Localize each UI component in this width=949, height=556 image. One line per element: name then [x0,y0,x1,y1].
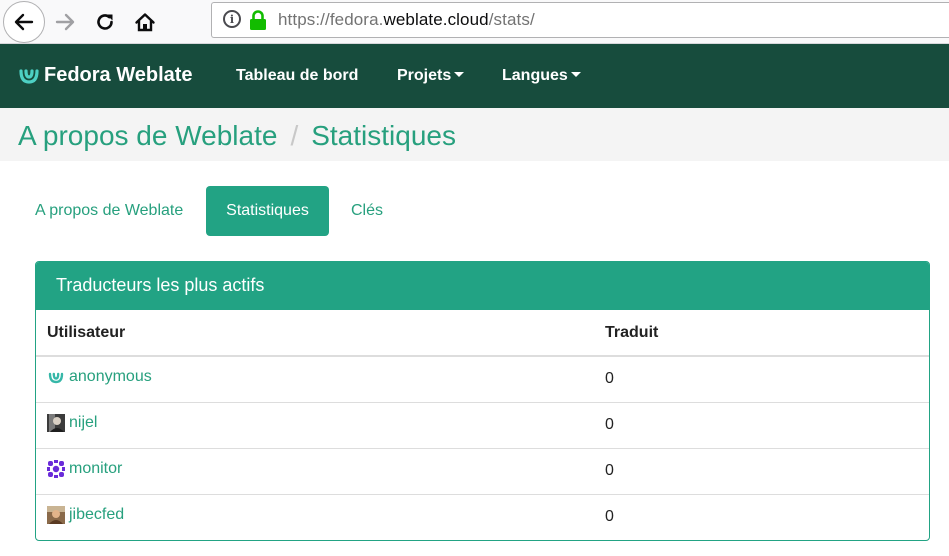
arrow-left-icon [14,13,34,31]
nav-languages-label: Langues [502,67,568,84]
reload-icon [97,14,113,30]
breadcrumb-bar: A propos de Weblate / Statistiques [0,108,949,161]
column-header-user: Utilisateur [36,310,605,357]
translated-count: 0 [605,370,614,388]
user-name: nijel [69,413,98,431]
arrow-right-icon [55,13,75,31]
nav-languages-dropdown[interactable]: Langues [502,67,581,85]
user-link-jibecfed[interactable]: jibecfed [47,505,125,524]
tab-stats[interactable]: Statistiques [206,186,329,236]
column-header-translated: Traduit [605,310,929,357]
nav-projects-dropdown[interactable]: Projets [397,67,465,85]
user-link-anonymous[interactable]: anonymous [47,368,152,386]
identicon-avatar-icon [47,459,65,478]
tab-keys[interactable]: Clés [332,186,402,236]
user-name: monitor [69,459,123,477]
home-icon [135,13,155,32]
translated-count: 0 [605,447,929,494]
url-domain: weblate.cloud [383,10,489,29]
back-button[interactable] [3,1,45,43]
user-cell: anonymous [36,356,605,402]
breadcrumb: A propos de Weblate / Statistiques [18,120,456,152]
weblate-logo-icon [48,372,64,383]
tab-about[interactable]: A propos de Weblate [16,186,202,236]
forward-button[interactable] [45,2,85,42]
table-row: anonymous 0 [36,356,929,402]
lock-icon[interactable] [249,9,267,31]
breadcrumb-separator: / [290,120,299,151]
nav-dashboard-label: Tableau de bord [236,67,359,84]
table-row: jibecfed 0 [36,493,929,540]
caret-down-icon [570,72,581,78]
caret-down-icon [454,72,465,78]
url-prefix: https://fedora. [278,10,384,29]
user-link-monitor[interactable]: monitor [47,459,123,478]
breadcrumb-parent-link[interactable]: A propos de Weblate [18,120,277,151]
user-name: jibecfed [69,505,125,523]
main-navbar: Fedora Weblate Tableau de bord Projets L… [0,44,949,108]
translators-table: Utilisateur Traduit anonymous 0 nijel 0 … [36,310,929,540]
user-link-nijel[interactable]: nijel [47,413,98,432]
home-button[interactable] [125,2,165,42]
user-cell: nijel [36,401,605,448]
reload-button[interactable] [85,2,125,42]
weblate-logo-icon [19,68,39,84]
breadcrumb-current-link[interactable]: Statistiques [311,120,456,151]
url-bar[interactable]: i https://fedora.weblate.cloud/stats/ [211,2,949,38]
url-suffix: /stats/ [488,10,535,29]
url-text[interactable]: https://fedora.weblate.cloud/stats/ [278,10,535,30]
translated-count: 0 [605,493,929,540]
brand-name: Fedora Weblate [44,64,193,86]
nav-projects-label: Projets [397,67,452,84]
top-translators-panel: Traducteurs les plus actifs Utilisateur … [35,261,930,541]
nav-dashboard[interactable]: Tableau de bord [236,67,358,85]
user-cell: monitor [36,447,605,494]
translated-count: 0 [605,401,929,448]
table-header-row: Utilisateur Traduit [36,310,929,357]
table-row: nijel 0 [36,401,929,448]
user-name: anonymous [69,367,152,385]
panel-title: Traducteurs les plus actifs [36,262,929,310]
table-row: monitor 0 [36,447,929,494]
brand-link[interactable]: Fedora Weblate [18,64,193,87]
user-avatar-icon [47,413,65,432]
browser-toolbar: i https://fedora.weblate.cloud/stats/ [0,0,949,44]
info-icon[interactable]: i [223,10,241,28]
user-cell: jibecfed [36,493,605,540]
user-avatar-icon [47,505,65,524]
